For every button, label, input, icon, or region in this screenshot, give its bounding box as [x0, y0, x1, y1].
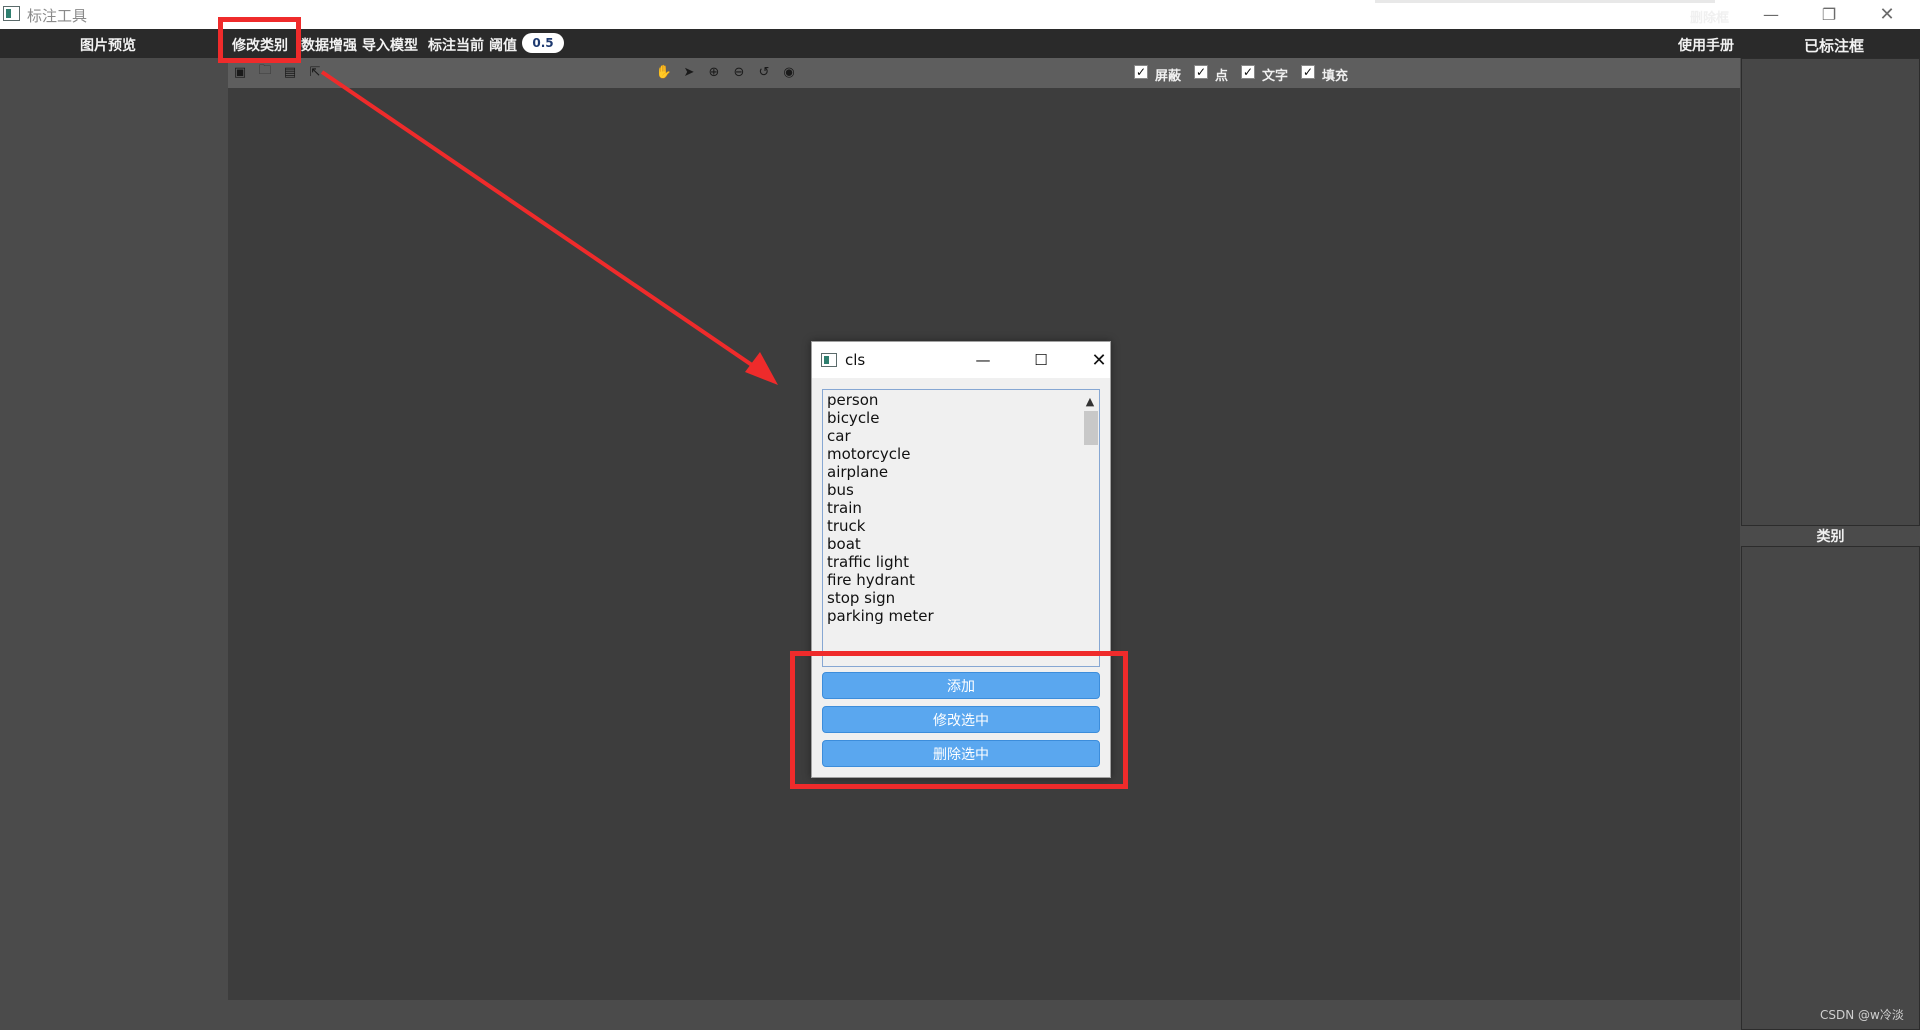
eye-icon[interactable]: ◉: [781, 64, 797, 80]
zoom-out-icon[interactable]: ⊖: [731, 64, 747, 80]
annotate-current-menu[interactable]: 标注当前: [428, 35, 484, 55]
data-augment-menu[interactable]: 数据增强: [301, 35, 357, 55]
list-item[interactable]: bicycle: [827, 409, 879, 427]
threshold-input[interactable]: 0.5: [522, 33, 564, 53]
dialog-app-icon: [821, 353, 837, 367]
list-item[interactable]: stop sign: [827, 589, 895, 607]
image-icon[interactable]: ▣: [232, 64, 248, 80]
list-scrollbar[interactable]: ▲: [1081, 391, 1099, 665]
scroll-up-icon[interactable]: ▲: [1081, 393, 1099, 409]
watermark: CSDN @w冷淡: [1820, 1008, 1904, 1022]
point-checkbox[interactable]: ✓: [1194, 65, 1208, 79]
toolbar: ▣ 🗀 ▤ ⇱ ✋ ➤ ⊕ ⊖ ↺ ◉ ✓ 屏蔽 ✓ 点 ✓ 文字 ✓ 填充: [228, 58, 1740, 88]
list-item[interactable]: airplane: [827, 463, 888, 481]
zoom-in-icon[interactable]: ⊕: [706, 64, 722, 80]
image-preview-title: 图片预览: [80, 38, 136, 54]
window-title: 标注工具: [27, 7, 88, 25]
list-item[interactable]: bus: [827, 481, 854, 499]
titlebar-shadow-strip: [1375, 0, 1715, 3]
user-manual-menu[interactable]: 使用手册: [1678, 35, 1734, 55]
buttons-highlight-box: [790, 651, 1128, 789]
dialog-close-button[interactable]: ✕: [1081, 346, 1117, 374]
menu-highlight-box: [218, 17, 301, 63]
window-close-button[interactable]: ✕: [1858, 0, 1916, 29]
pointer-icon[interactable]: ➤: [681, 64, 697, 80]
list-item[interactable]: traffic light: [827, 553, 909, 571]
delete-box-button[interactable]: 删除框: [1690, 7, 1729, 26]
mask-checkbox[interactable]: ✓: [1134, 65, 1148, 79]
point-checkbox-label: 点: [1215, 69, 1229, 84]
text-checkbox-label: 文字: [1262, 69, 1289, 84]
hand-icon[interactable]: ✋: [656, 64, 672, 80]
dialog-minimize-button[interactable]: —: [965, 346, 1001, 374]
app-icon: [3, 6, 20, 21]
annotated-boxes-title: 已标注框: [1804, 37, 1865, 55]
canvas-footer: [228, 1000, 1740, 1030]
image-preview-panel[interactable]: [0, 58, 228, 1030]
list-item[interactable]: fire hydrant: [827, 571, 915, 589]
undo-icon[interactable]: ↺: [756, 64, 772, 80]
list-item[interactable]: truck: [827, 517, 866, 535]
window-minimize-button[interactable]: —: [1742, 0, 1800, 29]
class-list[interactable]: person bicycle car motorcycle airplane b…: [822, 389, 1100, 667]
mask-checkbox-label: 屏蔽: [1155, 69, 1182, 84]
dialog-maximize-button[interactable]: ☐: [1023, 346, 1059, 374]
list-item[interactable]: person: [827, 391, 878, 409]
list-item[interactable]: train: [827, 499, 862, 517]
class-panel-title: 类别: [1816, 529, 1845, 545]
dialog-title: cls: [845, 351, 866, 369]
fill-checkbox[interactable]: ✓: [1301, 65, 1315, 79]
text-checkbox[interactable]: ✓: [1241, 65, 1255, 79]
fill-checkbox-label: 填充: [1322, 69, 1349, 84]
list-item[interactable]: boat: [827, 535, 861, 553]
scroll-thumb[interactable]: [1084, 411, 1098, 445]
list-item[interactable]: parking meter: [827, 607, 934, 625]
save-icon[interactable]: ▤: [282, 64, 298, 80]
import-model-menu[interactable]: 导入模型: [362, 35, 418, 55]
folder-icon[interactable]: 🗀: [257, 63, 273, 80]
list-item[interactable]: car: [827, 427, 851, 445]
dialog-titlebar: cls — ☐ ✕: [812, 342, 1110, 378]
list-item[interactable]: motorcycle: [827, 445, 910, 463]
threshold-label: 阈值: [489, 38, 517, 54]
class-list-panel[interactable]: [1741, 546, 1920, 1030]
annotated-boxes-list[interactable]: [1741, 58, 1920, 526]
export-icon[interactable]: ⇱: [307, 64, 323, 80]
window-restore-button[interactable]: ❐: [1800, 0, 1858, 29]
